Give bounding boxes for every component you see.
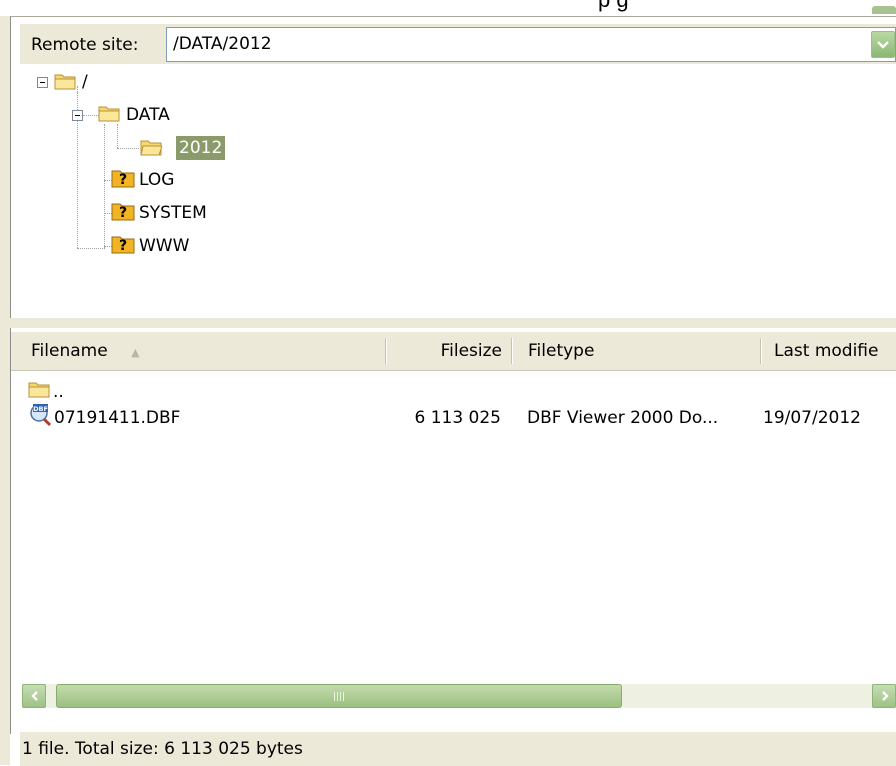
tree-item-root[interactable]: / xyxy=(82,70,88,94)
sort-ascending-icon: ▲ xyxy=(131,346,140,359)
column-separator[interactable] xyxy=(760,338,761,364)
question-folder-icon: ? xyxy=(111,170,135,188)
tree-item-system[interactable]: SYSTEM xyxy=(139,201,207,225)
scrollbar-grip xyxy=(334,692,344,701)
status-text: 1 file. Total size: 6 113 025 bytes xyxy=(22,739,303,759)
top-green-button-fragment xyxy=(872,6,896,14)
folder-icon xyxy=(98,106,120,122)
arrow-left-icon xyxy=(31,691,38,701)
remote-path-combobox[interactable] xyxy=(166,27,896,62)
tree-item-2012[interactable]: 2012 xyxy=(176,136,226,160)
top-fragment-text: p g xyxy=(598,0,629,13)
tree-connector xyxy=(117,148,139,149)
column-header-filetype[interactable]: Filetype xyxy=(528,332,594,370)
tree-connector xyxy=(117,124,118,148)
remote-site-label: Remote site: xyxy=(31,35,139,55)
file-size: 6 113 025 xyxy=(414,408,501,428)
column-header-filename-label: Filename xyxy=(31,341,108,361)
column-header-filename[interactable]: Filename ▲ xyxy=(31,332,140,370)
scroll-left-button[interactable] xyxy=(22,684,46,708)
horizontal-scrollbar[interactable] xyxy=(22,684,896,708)
list-item[interactable]: .. xyxy=(24,378,896,402)
tree-connector xyxy=(77,248,105,249)
list-item[interactable]: DBF 07191411.DBF 6 113 025 DBF Viewer 20… xyxy=(24,403,896,431)
tree-connector xyxy=(104,124,105,248)
column-separator[interactable] xyxy=(511,338,512,364)
svg-text:DBF: DBF xyxy=(33,405,48,413)
file-name: 07191411.DBF xyxy=(54,408,181,428)
scrollbar-thumb[interactable] xyxy=(56,684,622,708)
file-type: DBF Viewer 2000 Do... xyxy=(527,408,719,428)
folder-icon xyxy=(140,140,162,156)
tree-item-data[interactable]: DATA xyxy=(126,103,170,127)
dbf-file-icon: DBF xyxy=(30,404,52,427)
window-left-edge xyxy=(0,16,10,765)
status-bar: 1 file. Total size: 6 113 025 bytes xyxy=(20,731,896,766)
arrow-right-icon xyxy=(882,691,889,701)
svg-text:?: ? xyxy=(119,172,127,188)
chevron-down-icon xyxy=(877,41,889,49)
path-dropdown-button[interactable] xyxy=(871,31,895,58)
question-folder-icon: ? xyxy=(111,236,135,254)
file-modified: 19/07/2012 xyxy=(763,408,861,428)
pane-splitter[interactable] xyxy=(0,318,896,328)
file-list-header: Filename ▲ Filesize Filetype Last modifi… xyxy=(11,332,896,371)
folder-icon xyxy=(28,382,50,398)
remote-path-input[interactable] xyxy=(173,31,863,57)
tree-item-www[interactable]: WWW xyxy=(139,234,189,258)
folder-icon xyxy=(54,74,76,90)
svg-text:?: ? xyxy=(119,205,127,221)
question-folder-icon: ? xyxy=(111,203,135,221)
scroll-right-button[interactable] xyxy=(872,684,896,708)
column-separator[interactable] xyxy=(385,338,386,364)
top-window-fragment: p g xyxy=(0,0,896,14)
tree-item-log[interactable]: LOG xyxy=(139,168,174,192)
column-header-last-modified[interactable]: Last modifie xyxy=(774,332,878,370)
data-collapse-button[interactable] xyxy=(72,110,83,121)
column-header-filesize[interactable]: Filesize xyxy=(397,332,502,370)
svg-text:?: ? xyxy=(119,238,127,254)
file-name: .. xyxy=(53,382,64,402)
root-collapse-button[interactable] xyxy=(37,77,48,88)
